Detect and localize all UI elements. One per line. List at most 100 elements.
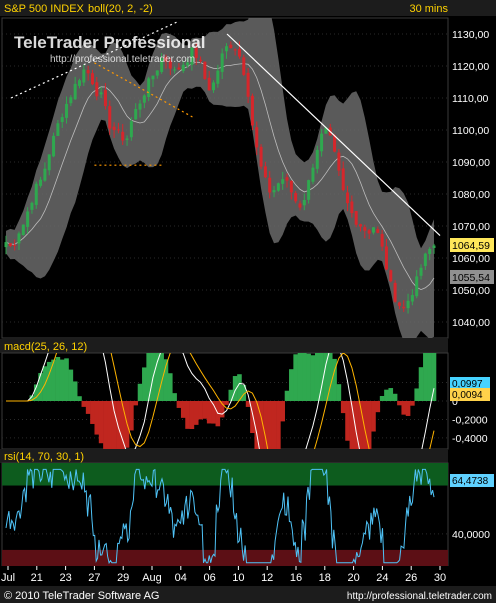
macd-histogram-bar: [224, 401, 229, 405]
candle: [203, 61, 207, 80]
rsi-oversold-zone: [2, 549, 448, 566]
macd-histogram-bar: [206, 401, 212, 424]
macd-histogram-bar: [94, 401, 100, 435]
macd-histogram-bar: [176, 401, 182, 408]
time-axis-band: [0, 566, 496, 586]
macd-histogram-bar: [375, 401, 381, 413]
price-tick-label: 1040,00: [452, 317, 490, 329]
bollinger-indicator-label: boll(20, 2, -2): [88, 3, 153, 15]
macd-histogram-bar: [202, 401, 208, 419]
macd-histogram-bar: [297, 353, 303, 401]
macd-histogram-bar: [189, 401, 195, 430]
macd-histogram-bar: [167, 373, 173, 401]
macd-histogram-bar: [38, 373, 43, 401]
candle: [242, 54, 246, 77]
macd-histogram-bar: [59, 359, 65, 401]
watermark-url: http://professional.teletrader.com: [50, 54, 195, 65]
price-tick-label: 1120,00: [452, 61, 489, 73]
copyright-text: © 2010 TeleTrader Software AG: [4, 590, 159, 602]
macd-histogram-bar: [384, 389, 389, 401]
macd-label: macd(25, 26, 12): [4, 341, 87, 353]
rsi-value: 64,4738: [452, 476, 489, 487]
time-tick-label: 16: [290, 572, 302, 584]
time-tick-label: 29: [117, 572, 129, 584]
macd-histogram-bar: [284, 390, 290, 401]
macd-histogram-bar: [81, 401, 87, 407]
macd-histogram-bar: [77, 396, 82, 401]
candle: [34, 181, 38, 209]
macd-histogram-bar: [397, 401, 402, 406]
macd-histogram-bar: [137, 383, 143, 401]
candle: [389, 269, 393, 283]
time-tick-label: 20: [347, 572, 359, 584]
price-tick-label: 1050,00: [452, 285, 490, 297]
macd-histogram-bar: [345, 401, 350, 441]
price-tick-label: 1100,00: [452, 125, 489, 137]
macd-histogram-bar: [133, 401, 138, 406]
macd-histogram-bar: [72, 381, 78, 401]
time-tick-label: 12: [261, 572, 273, 584]
macd-histogram-bar: [418, 367, 424, 401]
macd-histogram-bar: [98, 401, 104, 444]
macd-histogram-bar: [237, 374, 242, 401]
macd-histogram-bar: [193, 401, 199, 425]
chart-title: S&P 500 INDEX: [4, 3, 85, 15]
macd-histogram-bar: [405, 401, 411, 416]
price-tick-label: 1060,00: [452, 253, 490, 265]
candle: [250, 93, 254, 131]
macd-histogram-bar: [185, 401, 190, 429]
macd-histogram-bar: [103, 401, 108, 449]
price-tick-label: 1090,00: [452, 157, 490, 169]
time-tick-label: 30: [434, 572, 446, 584]
time-tick-label: 04: [175, 572, 187, 584]
macd-histogram-bar: [180, 401, 186, 418]
macd-histogram-bar: [306, 353, 311, 401]
macd-histogram-bar: [379, 395, 385, 401]
macd-histogram-bar: [68, 369, 74, 401]
macd-histogram-bar: [314, 353, 320, 401]
macd-histogram-bar: [90, 401, 95, 424]
candle: [276, 182, 280, 192]
rsi-axis: 40,0000: [452, 529, 490, 541]
price-tick-label: 1130,00: [452, 29, 489, 41]
time-tick-label: 06: [203, 572, 215, 584]
macd-histogram-bar: [302, 353, 307, 401]
candle: [21, 224, 25, 236]
time-tick-label: 26: [405, 572, 417, 584]
macd-histogram-bar: [120, 401, 126, 449]
macd-histogram-bar: [414, 388, 420, 401]
candle: [393, 280, 397, 303]
macd-tick-label: -0,4000: [452, 433, 488, 445]
macd-histogram-bar: [388, 388, 394, 401]
macd-histogram-bar: [228, 389, 234, 401]
lower-band-value: 1055,54: [452, 272, 490, 284]
macd-histogram-bar: [293, 354, 298, 401]
chart-canvas: S&P 500 INDEX boll(20, 2, -2) 30 mins 10…: [0, 0, 496, 603]
macd-histogram-bar: [366, 401, 372, 449]
last-price-value: 1064,59: [452, 240, 490, 252]
price-tick-label: 1070,00: [452, 221, 490, 233]
macd-histogram-bar: [129, 401, 134, 431]
time-tick-label: 24: [376, 572, 388, 584]
macd-histogram-bar: [46, 361, 52, 401]
macd-histogram-bar: [85, 401, 91, 414]
macd-tick-label: -0,2000: [452, 414, 488, 426]
time-tick-label: Aug: [142, 572, 162, 584]
time-tick-label: 23: [59, 572, 71, 584]
macd-histogram-bar: [410, 401, 415, 406]
macd-histogram-bar: [401, 401, 407, 415]
macd-histogram-bar: [172, 393, 177, 401]
macd-histogram-bar: [310, 355, 316, 401]
macd-histogram-bar: [198, 401, 203, 420]
macd-histogram-bar: [392, 393, 398, 401]
watermark-brand: TeleTrader Professional: [14, 33, 205, 52]
macd-histogram-bar: [423, 353, 428, 401]
price-tick-label: 1110,00: [452, 93, 489, 105]
macd-histogram-bar: [336, 384, 342, 401]
rsi-overbought-zone: [2, 463, 448, 486]
time-tick-label: 21: [31, 572, 43, 584]
time-tick-label: 18: [319, 572, 331, 584]
time-tick-label: 10: [232, 572, 244, 584]
signal-value: 0,0094: [452, 390, 483, 401]
macd-histogram-bar: [64, 358, 69, 401]
